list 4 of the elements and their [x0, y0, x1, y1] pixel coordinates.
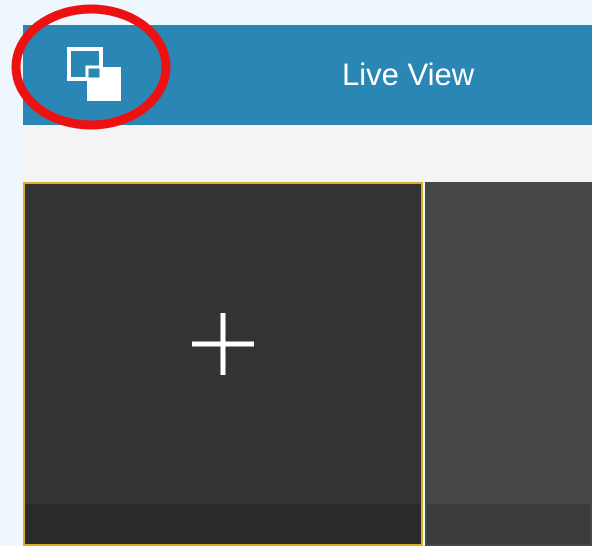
plus-icon[interactable]	[192, 313, 254, 375]
video-tile[interactable]	[425, 182, 592, 546]
page-title: Live View	[342, 57, 474, 93]
video-tile[interactable]	[23, 182, 423, 546]
